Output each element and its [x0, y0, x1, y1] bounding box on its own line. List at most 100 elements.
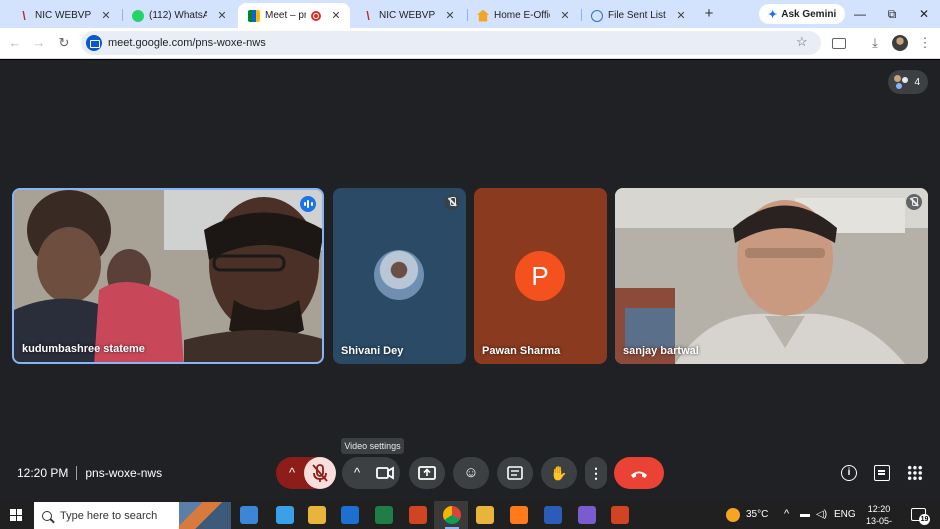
powerpoint-icon[interactable]: [409, 506, 427, 524]
temperature[interactable]: 35°C: [746, 509, 768, 520]
reactions-button[interactable]: ☺: [453, 457, 489, 489]
close-icon[interactable]: ✕: [100, 9, 112, 22]
taskbar-search[interactable]: Type here to search: [34, 502, 231, 529]
tab-label: (112) WhatsApp: [149, 10, 207, 21]
emoji-icon: ☺: [463, 464, 479, 481]
file-explorer-alt-icon[interactable]: [276, 506, 294, 524]
tray-overflow-icon[interactable]: ^: [784, 508, 789, 520]
captions-icon: [507, 466, 523, 480]
meeting-time: 12:20 PM: [17, 466, 69, 480]
captions-button[interactable]: [497, 457, 533, 489]
activities-grid-icon[interactable]: [907, 465, 923, 481]
close-icon[interactable]: ✕: [559, 9, 571, 22]
participant-name: sanjay bartwal: [623, 345, 699, 357]
video-feed: [14, 190, 322, 362]
speaking-indicator-icon: [300, 196, 316, 212]
leave-call-button[interactable]: [614, 457, 664, 489]
clock-time: 12:20: [867, 504, 891, 514]
maximize-button[interactable]: ⧉: [877, 4, 907, 24]
mic-off-icon: [312, 464, 328, 482]
new-tab-button[interactable]: +: [700, 5, 718, 23]
windows-start-icon[interactable]: [10, 509, 22, 521]
search-placeholder: Type here to search: [60, 509, 158, 522]
raise-hand-button[interactable]: ✋: [541, 457, 577, 489]
tab-meet[interactable]: Meet – pns-w ✕: [238, 3, 350, 28]
tab-whatsapp[interactable]: (112) WhatsApp ✕: [122, 3, 236, 28]
gemini-spark-icon: ✦: [768, 8, 778, 21]
mic-toggle-button[interactable]: [304, 457, 336, 489]
forward-button[interactable]: →: [30, 34, 48, 52]
store-icon[interactable]: [476, 506, 494, 524]
reload-button[interactable]: ↻: [55, 34, 73, 52]
hang-up-icon: [631, 471, 647, 478]
minimize-button[interactable]: —: [845, 4, 875, 24]
camera-toggle-button[interactable]: [370, 457, 400, 489]
folder-icon[interactable]: [308, 506, 326, 524]
screen: \ NIC WEBVPN ✕ (112) WhatsApp ✕ Meet – p…: [0, 0, 940, 529]
edge-icon[interactable]: [341, 506, 359, 524]
more-options-button[interactable]: ⋮: [585, 457, 607, 489]
media-icon[interactable]: [578, 506, 596, 524]
firefox-icon[interactable]: [510, 506, 528, 524]
video-feed: [615, 188, 928, 364]
participant-tile-3[interactable]: P Pawan Sharma: [474, 188, 607, 364]
download-icon[interactable]: ⤓: [867, 35, 883, 51]
tab-label: Home E-Office: [494, 10, 550, 21]
word-icon[interactable]: [544, 506, 562, 524]
volume-icon[interactable]: ◁): [816, 509, 827, 520]
bookmark-star-icon[interactable]: ☆: [796, 34, 808, 50]
globe-favicon-icon: [591, 9, 603, 22]
close-icon[interactable]: ✕: [330, 9, 342, 22]
task-view-icon[interactable]: [240, 506, 258, 524]
window-close-button[interactable]: ✕: [909, 4, 939, 24]
back-button[interactable]: ←: [6, 34, 24, 52]
weather-sun-icon[interactable]: [726, 508, 740, 522]
language-indicator[interactable]: ENG: [834, 509, 856, 520]
url-text: meet.google.com/pns-woxe-nws: [108, 37, 266, 49]
nic-favicon-icon: \: [366, 8, 370, 23]
meeting-info-icon[interactable]: i: [841, 465, 857, 481]
participants-chip[interactable]: 4: [888, 70, 928, 94]
browser-menu-icon[interactable]: ⋮: [917, 35, 933, 51]
tab-home-eoffice[interactable]: Home E-Office ✕: [467, 3, 579, 28]
apps-icon[interactable]: [611, 506, 629, 524]
chat-icon[interactable]: [874, 465, 890, 481]
participant-tile-2[interactable]: Shivani Dey: [333, 188, 466, 364]
address-bar[interactable]: meet.google.com/pns-woxe-nws: [81, 31, 821, 55]
tab-file-sent-list[interactable]: File Sent List - eO ✕: [581, 3, 695, 28]
ask-gemini-button[interactable]: ✦ Ask Gemini: [759, 4, 846, 24]
profile-avatar-icon[interactable]: [892, 35, 908, 51]
meet-favicon-icon: [248, 9, 260, 22]
taskbar-clock[interactable]: 12:20 13-05-2026: [857, 503, 901, 529]
video-settings-tooltip: Video settings: [341, 438, 404, 454]
tab-nic-webvpn-1[interactable]: \ NIC WEBVPN ✕: [8, 3, 120, 28]
windows-taskbar: Type here to search 35°C ^ ▬ ◁) ENG 12:2…: [0, 501, 940, 529]
network-icon[interactable]: ▬: [800, 509, 810, 520]
video-settings-caret-icon[interactable]: ^: [342, 457, 372, 489]
participant-count: 4: [914, 76, 920, 88]
participant-name: kudumbashree stateme: [22, 343, 145, 355]
nic-favicon-icon: \: [22, 8, 26, 23]
participant-avatar: P: [515, 251, 565, 301]
whatsapp-favicon-icon: [132, 9, 144, 22]
clock-date: 13-05-2026: [865, 516, 892, 529]
gemini-label: Ask Gemini: [781, 8, 837, 20]
notification-count: 19: [919, 514, 930, 525]
participant-tile-4[interactable]: sanjay bartwal: [615, 188, 928, 364]
present-screen-icon: [418, 466, 436, 480]
cast-icon[interactable]: [832, 38, 846, 49]
search-highlight-image: [179, 502, 231, 529]
recording-icon: [311, 10, 321, 21]
participant-tile-1[interactable]: kudumbashree stateme: [12, 188, 324, 364]
present-screen-button[interactable]: [409, 457, 445, 489]
close-icon[interactable]: ✕: [216, 9, 228, 22]
site-info-icon[interactable]: [86, 35, 102, 51]
participant-name: Shivani Dey: [341, 345, 404, 357]
tab-nic-webvpn-2[interactable]: \ NIC WEBVPN ✕: [352, 3, 464, 28]
close-icon[interactable]: ✕: [444, 9, 456, 22]
excel-icon[interactable]: [375, 506, 393, 524]
chrome-icon[interactable]: [443, 506, 461, 529]
muted-mic-icon: [906, 194, 922, 210]
tab-label: NIC WEBVPN: [35, 10, 91, 21]
close-icon[interactable]: ✕: [675, 9, 687, 22]
